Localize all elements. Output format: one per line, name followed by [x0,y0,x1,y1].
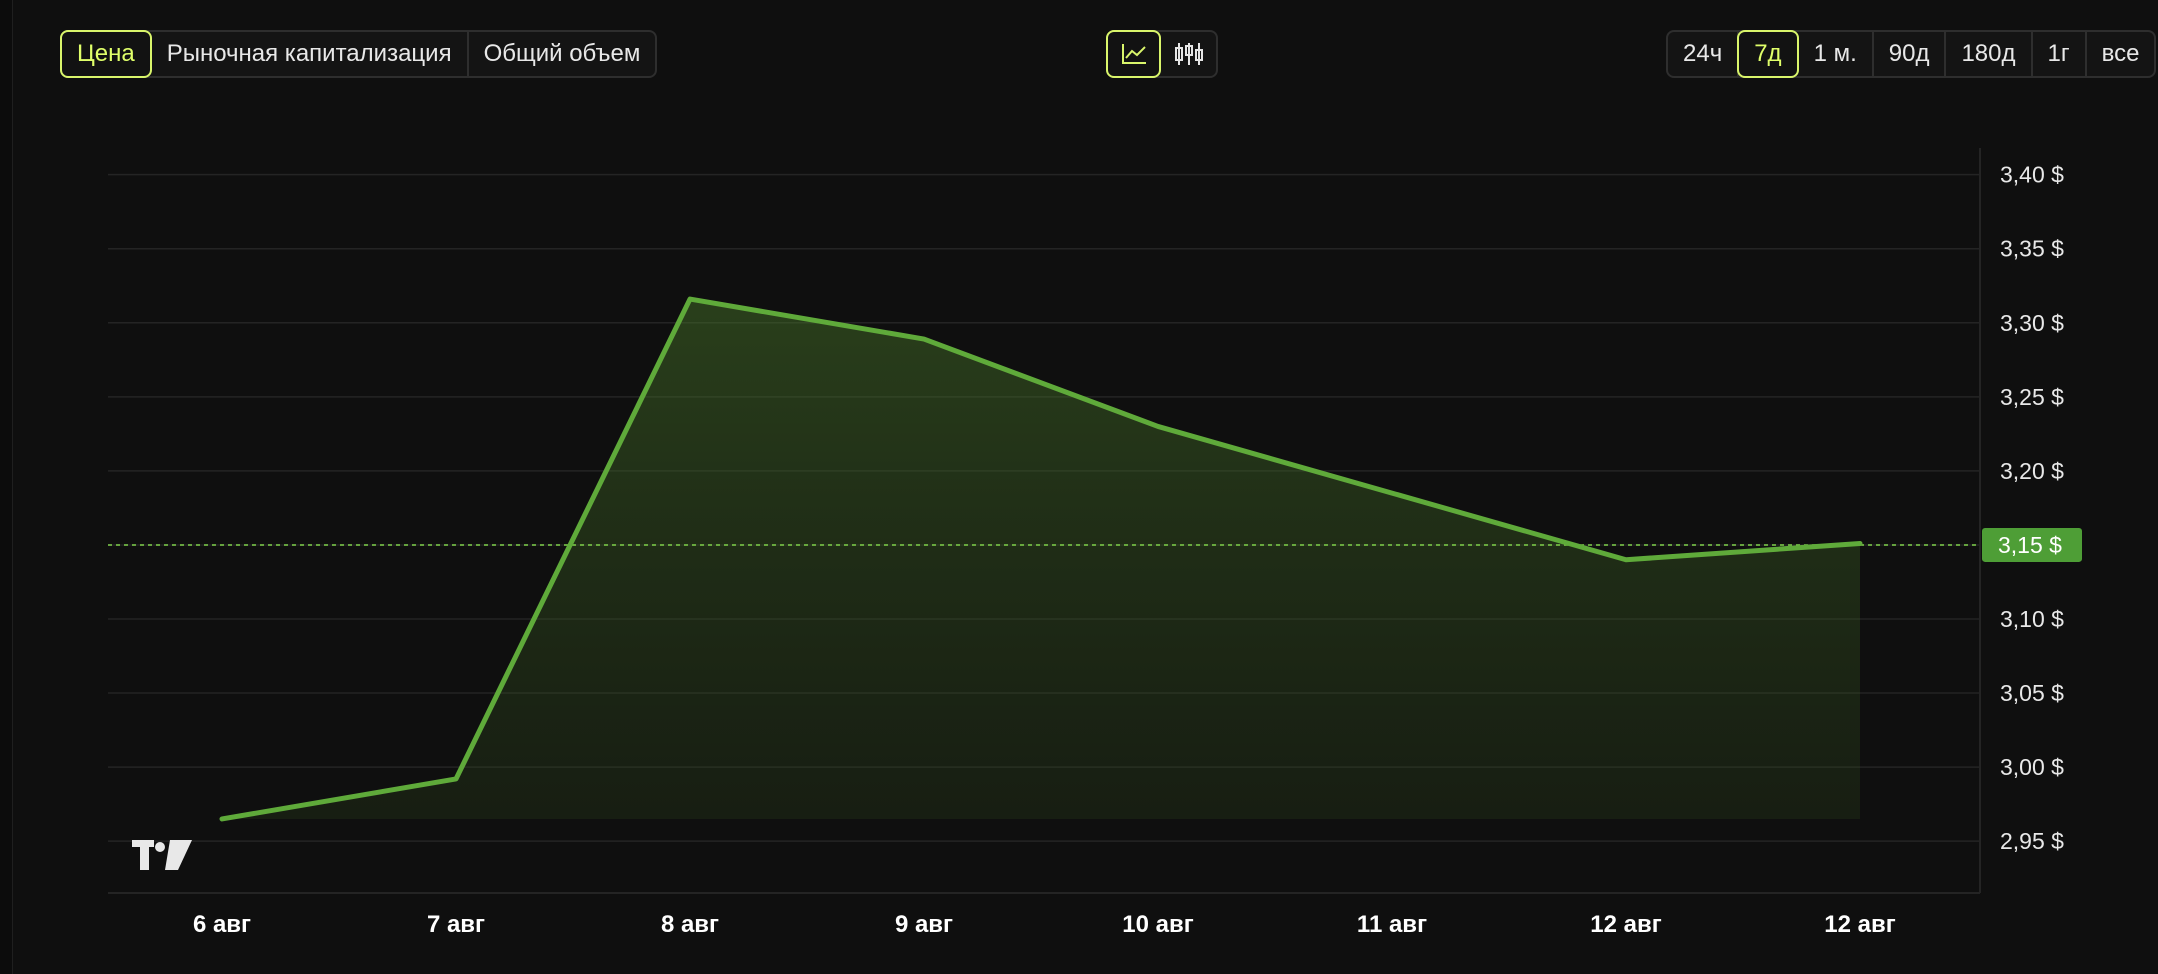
y-tick-label: 3,40 $ [2000,162,2064,188]
y-axis-ticks: 2,95 $ 3,00 $ 3,05 $ 3,10 $ 3,20 $ 3,25 $ 3,30… [2000,162,2064,855]
y-tick-label: 3,25 $ [2000,384,2064,410]
x-tick-label: 8 авг [661,911,719,938]
x-tick-label: 6 авг [193,911,251,938]
y-tick-label: 3,00 $ [2000,754,2064,780]
x-tick-label: 10 авг [1122,911,1193,938]
x-tick-label: 9 авг [895,911,953,938]
y-tick-label: 2,95 $ [2000,828,2064,854]
current-price-tag: 3,15 $ [1982,527,2082,562]
y-tick-label: 3,35 $ [2000,236,2064,262]
x-tick-label: 12 авг [1824,911,1895,938]
y-tick-label: 3,10 $ [2000,606,2064,632]
x-tick-label: 7 авг [427,911,485,938]
y-tick-label: 3,20 $ [2000,458,2064,484]
x-tick-label: 12 авг [1590,911,1661,938]
current-price-label: 3,15 $ [1998,532,2062,558]
y-tick-label: 3,05 $ [2000,680,2064,706]
x-axis-ticks: 6 авг 7 авг 8 авг 9 авг 10 авг 11 авг 12 авг 12… [193,911,1896,938]
y-tick-label: 3,30 $ [2000,310,2064,336]
tradingview-logo [132,840,192,870]
x-tick-label: 11 авг [1357,911,1427,938]
price-chart[interactable]: 2,95 $ 3,00 $ 3,05 $ 3,10 $ 3,20 $ 3,25 $ 3,30… [0,0,2158,974]
